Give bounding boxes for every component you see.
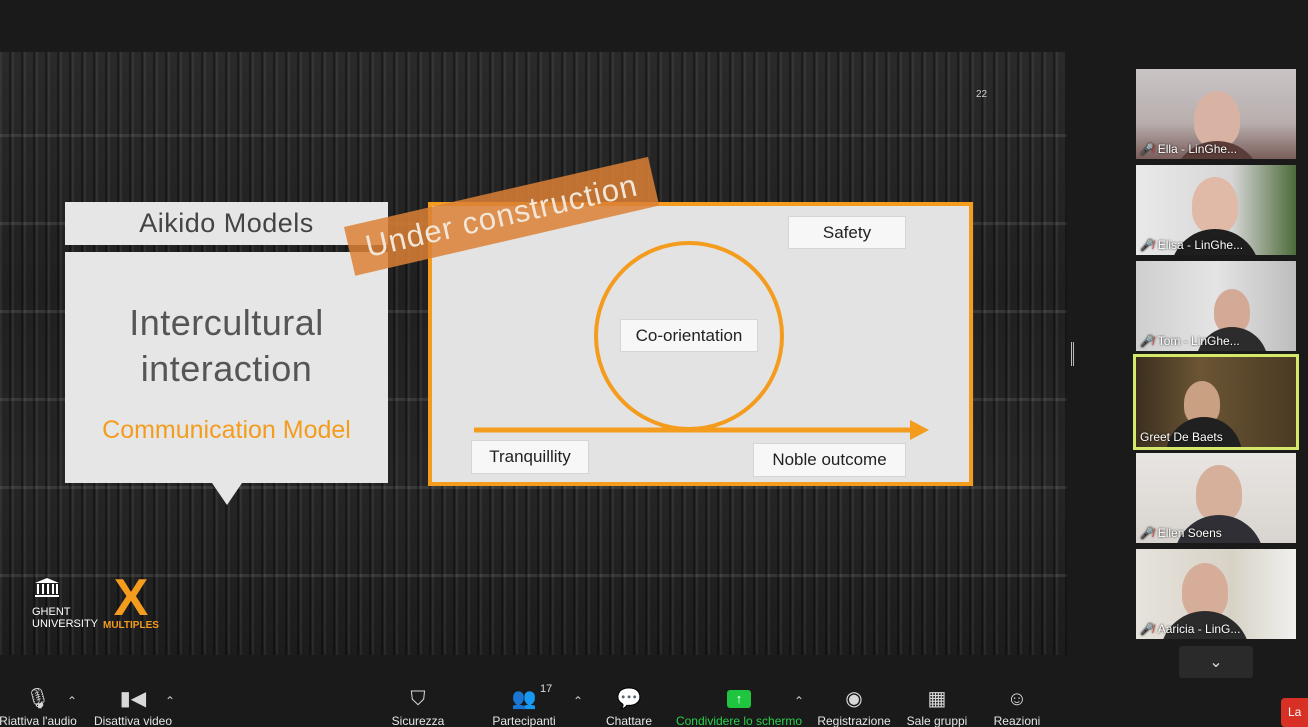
participants-count-badge: 17 (540, 683, 553, 695)
multiples-x-mark: X (113, 569, 149, 627)
emoji-add-icon: ☺ (1006, 688, 1028, 710)
ghent-line1: GHENT (32, 606, 71, 618)
participant-name: Tom - LinGhe... (1157, 334, 1240, 348)
security-button[interactable]: ⛉ Sicurezza (388, 688, 448, 727)
participant-name: Elisa - LinGhe... (1157, 238, 1244, 252)
participant-name: Aaricia - LinG... (1157, 622, 1241, 636)
mic-muted-icon: 🎤̸ (1140, 623, 1154, 636)
multiples-logo: X MULTIPLES (103, 569, 159, 631)
chevron-down-icon: ⌄ (1209, 654, 1223, 671)
shared-screen: 22 Aikido Models Intercultural interacti… (0, 52, 1067, 655)
mic-muted-icon: 🎤̸ (1140, 335, 1154, 348)
card-main-text: Intercultural interaction (65, 300, 388, 392)
slide-page-number: 22 (976, 89, 988, 100)
participant-name: Ellen Soens (1157, 526, 1222, 540)
leave-meeting-button[interactable]: La (1281, 698, 1308, 727)
intercultural-card: Intercultural interaction Communication … (65, 252, 388, 483)
share-options-caret[interactable]: ⌃ (794, 694, 804, 708)
share-screen-button[interactable]: ↑ Condividere lo schermo (674, 688, 804, 727)
participant-name: Greet De Baets (1140, 430, 1223, 444)
participant-name-row: 🎤̸ Ella - LinGhe... (1140, 142, 1237, 156)
ghent-university-logo: GHENT UNIVERSITY (32, 577, 98, 630)
label-tranquillity: Tranquillity (471, 440, 589, 474)
audio-options-caret[interactable]: ⌃ (67, 694, 77, 708)
chat-bubble-icon: 💬 (616, 688, 642, 710)
share-arrow-icon: ↑ (727, 690, 751, 708)
stop-video-button[interactable]: ▮◀ Disattiva video (92, 688, 174, 727)
card-main-line2: interaction (140, 348, 313, 389)
meeting-toolbar: 🎙 Riattiva l'audio ⌃ ▮◀ Disattiva video … (0, 680, 1308, 727)
mic-muted-icon: 🎤̸ (1140, 143, 1154, 156)
participant-tile[interactable]: 🎤̸ Ella - LinGhe... (1136, 69, 1296, 159)
record-button[interactable]: ◉ Registrazione (816, 688, 892, 727)
ghent-line2: UNIVERSITY (32, 618, 99, 630)
participant-tile[interactable]: 🎤̸ Ellen Soens (1136, 453, 1296, 543)
record-icon: ◉ (845, 688, 863, 710)
participants-scroll-down-button[interactable]: ⌄ (1179, 646, 1253, 678)
participant-tile[interactable]: 🎤̸ Aaricia - LinG... (1136, 549, 1296, 639)
mic-muted-icon: 🎤̸ (1140, 239, 1154, 252)
card-pointer (212, 483, 242, 505)
participant-tile[interactable]: 🎤̸ Tom - LinGhe... (1136, 261, 1296, 351)
participant-name: Ella - LinGhe... (1157, 142, 1238, 156)
video-camera-icon: ▮◀ (119, 688, 147, 710)
aikido-diagram: Safety Co-orientation Tranquillity Noble… (428, 202, 973, 486)
participant-tile[interactable]: 🎤̸ Elisa - LinGhe... (1136, 165, 1296, 255)
grid-icon: ▦ (927, 688, 947, 710)
card-subtitle: Communication Model (102, 416, 351, 444)
slide-title: Aikido Models (65, 202, 388, 245)
label-co-orientation: Co-orientation (620, 319, 758, 352)
video-options-caret[interactable]: ⌃ (165, 694, 175, 708)
label-safety: Safety (788, 216, 906, 249)
participant-video (1194, 91, 1240, 147)
breakout-rooms-button[interactable]: ▦ Sale gruppi (904, 688, 970, 727)
progress-arrow-head (910, 420, 929, 440)
multiples-text: MULTIPLES (103, 620, 159, 631)
label-noble-outcome: Noble outcome (753, 443, 906, 477)
ghent-building-icon (35, 578, 59, 597)
participants-options-caret[interactable]: ⌃ (573, 694, 583, 708)
card-main-line1: Intercultural (129, 302, 324, 343)
chat-button[interactable]: 💬 Chattare (602, 688, 656, 727)
participant-tile-active-speaker[interactable]: Greet De Baets (1133, 354, 1299, 450)
shield-icon: ⛉ (410, 688, 426, 710)
zoom-meeting-window: 22 Aikido Models Intercultural interacti… (0, 0, 1308, 727)
panel-resize-handle[interactable] (1071, 342, 1074, 366)
mic-muted-icon: 🎤̸ (1140, 527, 1154, 540)
reactions-button[interactable]: ☺ Reazioni (990, 688, 1044, 727)
